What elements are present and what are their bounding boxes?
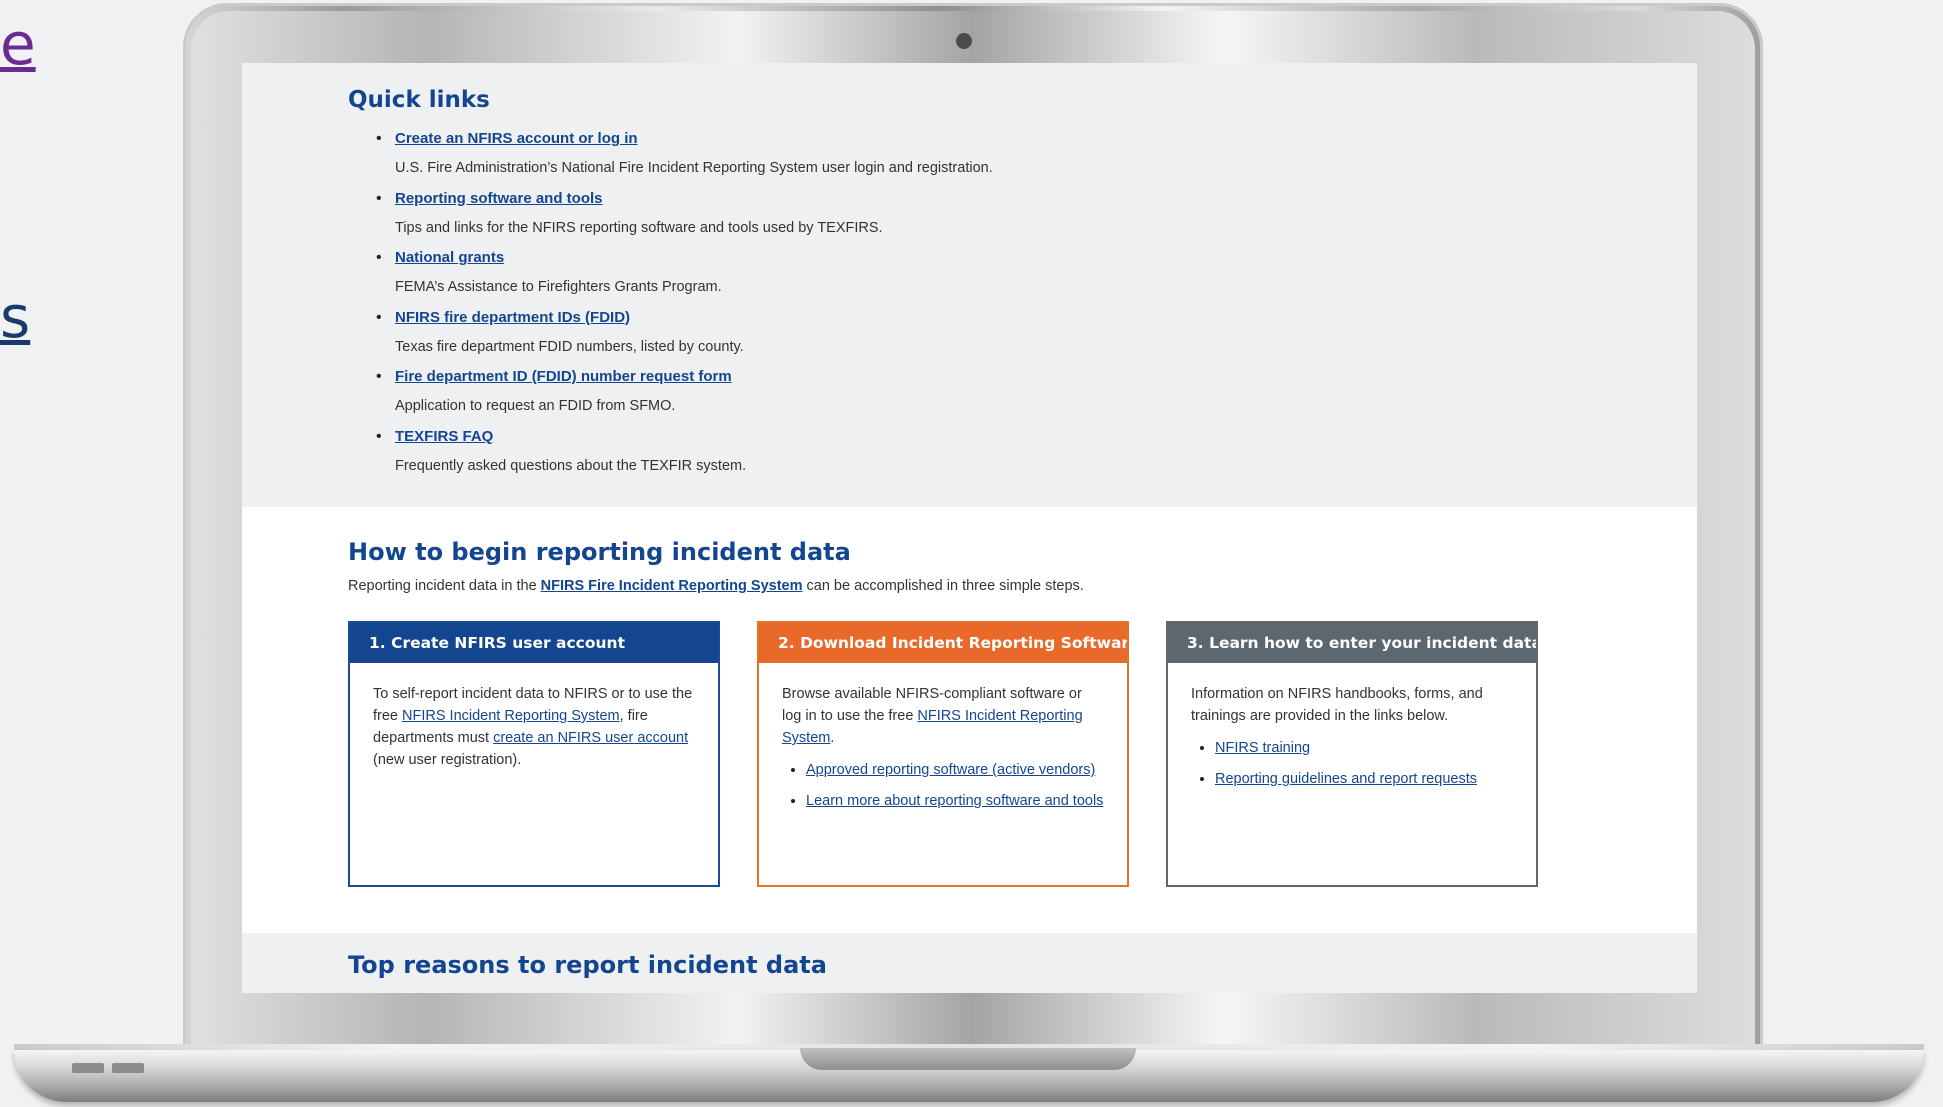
card-text: (new user registration). <box>373 752 522 768</box>
nfirs-incident-reporting-system-link[interactable]: NFIRS Incident Reporting System <box>402 708 620 724</box>
quick-link-fdid-request-form[interactable]: Fire department ID (FDID) number request… <box>395 367 993 387</box>
card-title: 2. Download Incident Reporting Software <box>759 623 1127 663</box>
reporting-guidelines-link[interactable]: Reporting guidelines and report requests <box>1215 771 1477 787</box>
how-to-section: How to begin reporting incident data Rep… <box>242 507 1697 933</box>
list-item: Fire department ID (FDID) number request… <box>376 367 993 427</box>
how-to-title: How to begin reporting incident data <box>348 538 851 566</box>
card-body: Information on NFIRS handbooks, forms, a… <box>1168 663 1536 792</box>
camera-icon <box>956 33 972 49</box>
list-item: NFIRS training <box>1215 735 1514 761</box>
list-item: Approved reporting software (active vend… <box>806 757 1105 783</box>
quick-link-desc: Texas fire department FDID numbers, list… <box>395 338 744 355</box>
quick-link-fdid[interactable]: NFIRS fire department IDs (FDID) <box>395 308 993 328</box>
list-item: Reporting software and tools Tips and li… <box>376 189 993 249</box>
create-user-account-link[interactable]: create an NFIRS user account <box>493 730 688 746</box>
card-text: . <box>830 730 835 746</box>
nfirs-system-link[interactable]: NFIRS Fire Incident Reporting System <box>541 578 803 594</box>
port-icon <box>112 1063 144 1073</box>
edge-link-middle[interactable]: s <box>0 283 30 351</box>
quick-link-desc: U.S. Fire Administration’s National Fire… <box>395 160 993 176</box>
list-item: Reporting guidelines and report requests <box>1215 766 1514 792</box>
quick-link-national-grants[interactable]: National grants <box>395 248 993 268</box>
card-link-list: NFIRS training Reporting guidelines and … <box>1191 735 1514 792</box>
nfirs-training-link[interactable]: NFIRS training <box>1215 740 1310 756</box>
approved-software-link[interactable]: Approved reporting software (active vend… <box>806 762 1095 778</box>
how-to-intro: Reporting incident data in the NFIRS Fir… <box>348 578 1084 594</box>
laptop-notch <box>800 1048 1136 1070</box>
quick-links-title: Quick links <box>348 87 490 113</box>
list-item: Learn more about reporting software and … <box>806 788 1105 814</box>
step-card-download-software: 2. Download Incident Reporting Software … <box>757 621 1129 887</box>
intro-text: can be accomplished in three simple step… <box>802 578 1084 594</box>
card-text: Information on NFIRS handbooks, forms, a… <box>1191 686 1483 724</box>
edge-link-top[interactable]: e <box>0 10 36 78</box>
quick-link-desc: FEMA’s Assistance to Firefighters Grants… <box>395 279 722 295</box>
card-link-list: Approved reporting software (active vend… <box>782 757 1105 814</box>
port-icon <box>72 1063 104 1073</box>
step-card-learn-entry: 3. Learn how to enter your incident data… <box>1166 621 1538 887</box>
quick-links-section: Quick links Create an NFIRS account or l… <box>242 63 1697 507</box>
card-title: 3. Learn how to enter your incident data <box>1168 623 1536 663</box>
learn-more-software-link[interactable]: Learn more about reporting software and … <box>806 793 1103 809</box>
list-item: National grants FEMA’s Assistance to Fir… <box>376 248 993 308</box>
quick-link-texfirs-faq[interactable]: TEXFIRS FAQ <box>395 427 993 447</box>
quick-link-reporting-software[interactable]: Reporting software and tools <box>395 189 993 209</box>
step-card-create-account: 1. Create NFIRS user account To self-rep… <box>348 621 720 887</box>
top-reasons-section: Top reasons to report incident data <box>242 933 1697 993</box>
top-reasons-title: Top reasons to report incident data <box>348 951 827 979</box>
quick-links-list: Create an NFIRS account or log in U.S. F… <box>348 129 993 486</box>
quick-link-desc: Application to request an FDID from SFMO… <box>395 398 676 414</box>
quick-link-desc: Tips and links for the NFIRS reporting s… <box>395 219 883 236</box>
list-item: Create an NFIRS account or log in U.S. F… <box>376 129 993 189</box>
quick-link-desc: Frequently asked questions about the TEX… <box>395 457 747 474</box>
list-item: NFIRS fire department IDs (FDID) Texas f… <box>376 308 993 368</box>
card-body: To self-report incident data to NFIRS or… <box>350 663 718 771</box>
quick-link-nfirs-account[interactable]: Create an NFIRS account or log in <box>395 129 993 149</box>
card-body: Browse available NFIRS-compliant softwar… <box>759 663 1127 814</box>
list-item: TEXFIRS FAQ Frequently asked questions a… <box>376 427 993 487</box>
card-title: 1. Create NFIRS user account <box>350 623 718 663</box>
intro-text: Reporting incident data in the <box>348 578 541 594</box>
laptop-screen: Quick links Create an NFIRS account or l… <box>242 63 1697 993</box>
